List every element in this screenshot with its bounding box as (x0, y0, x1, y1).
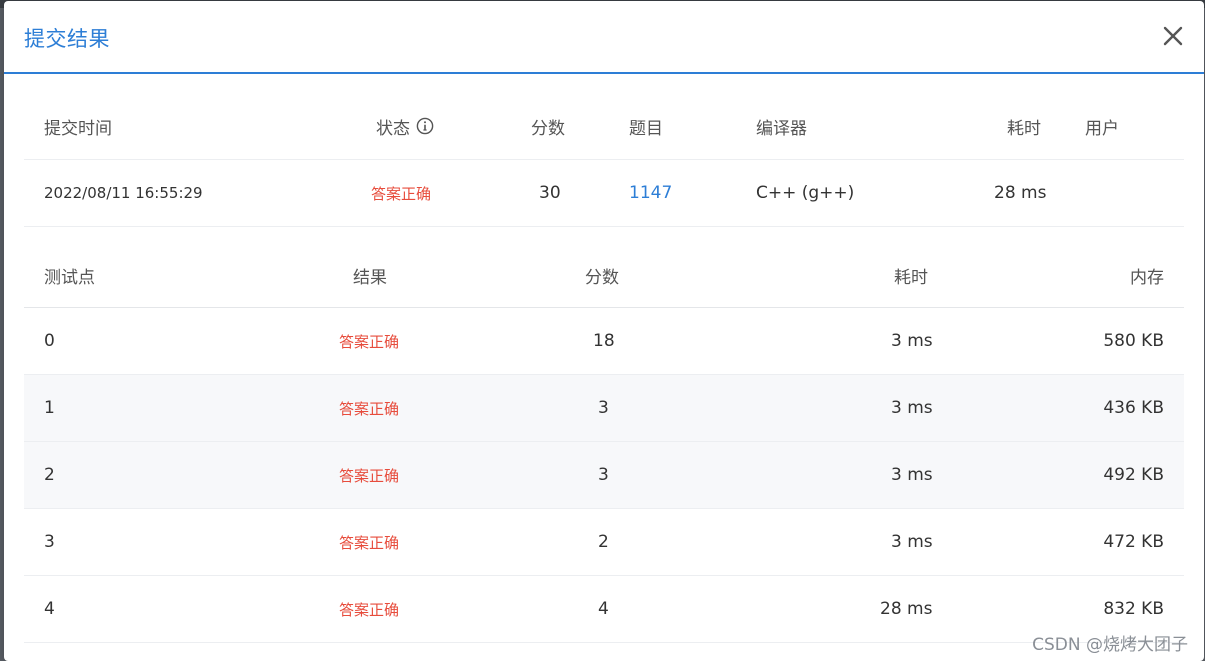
table-row: 4 答案正确 4 28 ms 832 KB (24, 576, 1184, 643)
header-compiler: 编译器 (756, 118, 807, 139)
dialog-header: 提交结果 (4, 1, 1204, 74)
case-time: 3 ms (891, 331, 933, 351)
header-submit-time: 提交时间 (44, 118, 112, 139)
score-value: 30 (539, 183, 561, 203)
case-result: 答案正确 (339, 600, 400, 619)
case-time: 28 ms (880, 599, 933, 619)
header-result: 结果 (353, 267, 387, 288)
summary-header-row: 提交时间 状态 分数 题目 编译器 耗时 用户 (24, 93, 1184, 160)
case-id: 0 (44, 331, 55, 351)
table-row: 2 答案正确 3 3 ms 492 KB (24, 442, 1184, 509)
case-memory: 436 KB (1103, 398, 1164, 418)
cases-header-row: 测试点 结果 分数 耗时 内存 (24, 243, 1184, 308)
case-id: 3 (44, 532, 55, 552)
case-result: 答案正确 (339, 332, 400, 351)
summary-data-row: 2022/08/11 16:55:29 答案正确 30 1147 C++ (g+… (24, 160, 1184, 227)
case-memory: 472 KB (1103, 532, 1164, 552)
compiler-value: C++ (g++) (756, 183, 855, 203)
case-result: 答案正确 (339, 533, 400, 552)
close-icon (1163, 26, 1183, 46)
case-score: 4 (598, 599, 609, 619)
time-value: 28 ms (994, 183, 1047, 203)
header-time: 耗时 (1007, 118, 1041, 139)
submission-result-dialog: 提交结果 提交时间 状态 分数 题目 编译器 耗时 用户 2022/08/11 … (4, 1, 1204, 661)
case-time: 3 ms (891, 465, 933, 485)
header-status: 状态 (376, 93, 434, 159)
case-memory: 492 KB (1103, 465, 1164, 485)
table-row: 1 答案正确 3 3 ms 436 KB (24, 375, 1184, 442)
submission-summary-table: 提交时间 状态 分数 题目 编译器 耗时 用户 2022/08/11 16:55 (24, 93, 1184, 227)
case-time: 3 ms (891, 532, 933, 552)
case-id: 2 (44, 465, 55, 485)
table-row: 0 答案正确 18 3 ms 580 KB (24, 308, 1184, 375)
header-score: 分数 (531, 118, 565, 139)
case-time: 3 ms (891, 398, 933, 418)
case-score: 3 (598, 398, 609, 418)
header-status-label: 状态 (376, 118, 410, 139)
case-memory: 580 KB (1103, 331, 1164, 351)
header-case-score: 分数 (585, 267, 619, 288)
submit-time-value: 2022/08/11 16:55:29 (44, 184, 203, 202)
close-button[interactable] (1158, 21, 1188, 51)
dialog-title: 提交结果 (24, 27, 110, 51)
case-score: 2 (598, 532, 609, 552)
case-score: 3 (598, 465, 609, 485)
info-icon[interactable] (416, 117, 434, 135)
problem-link[interactable]: 1147 (629, 160, 672, 226)
case-score: 18 (593, 331, 615, 351)
test-cases-table: 测试点 结果 分数 耗时 内存 0 答案正确 18 3 ms 580 KB 1 … (24, 243, 1184, 643)
header-problem: 题目 (629, 118, 663, 139)
status-value: 答案正确 (371, 184, 432, 203)
header-user: 用户 (1085, 118, 1119, 139)
table-row: 3 答案正确 2 3 ms 472 KB (24, 509, 1184, 576)
watermark: CSDN @烧烤大团子 (1032, 635, 1188, 655)
case-result: 答案正确 (339, 399, 400, 418)
header-memory: 内存 (1130, 267, 1164, 288)
case-id: 4 (44, 599, 55, 619)
case-id: 1 (44, 398, 55, 418)
header-case-time: 耗时 (894, 267, 928, 288)
header-case: 测试点 (44, 267, 95, 288)
case-result: 答案正确 (339, 466, 400, 485)
